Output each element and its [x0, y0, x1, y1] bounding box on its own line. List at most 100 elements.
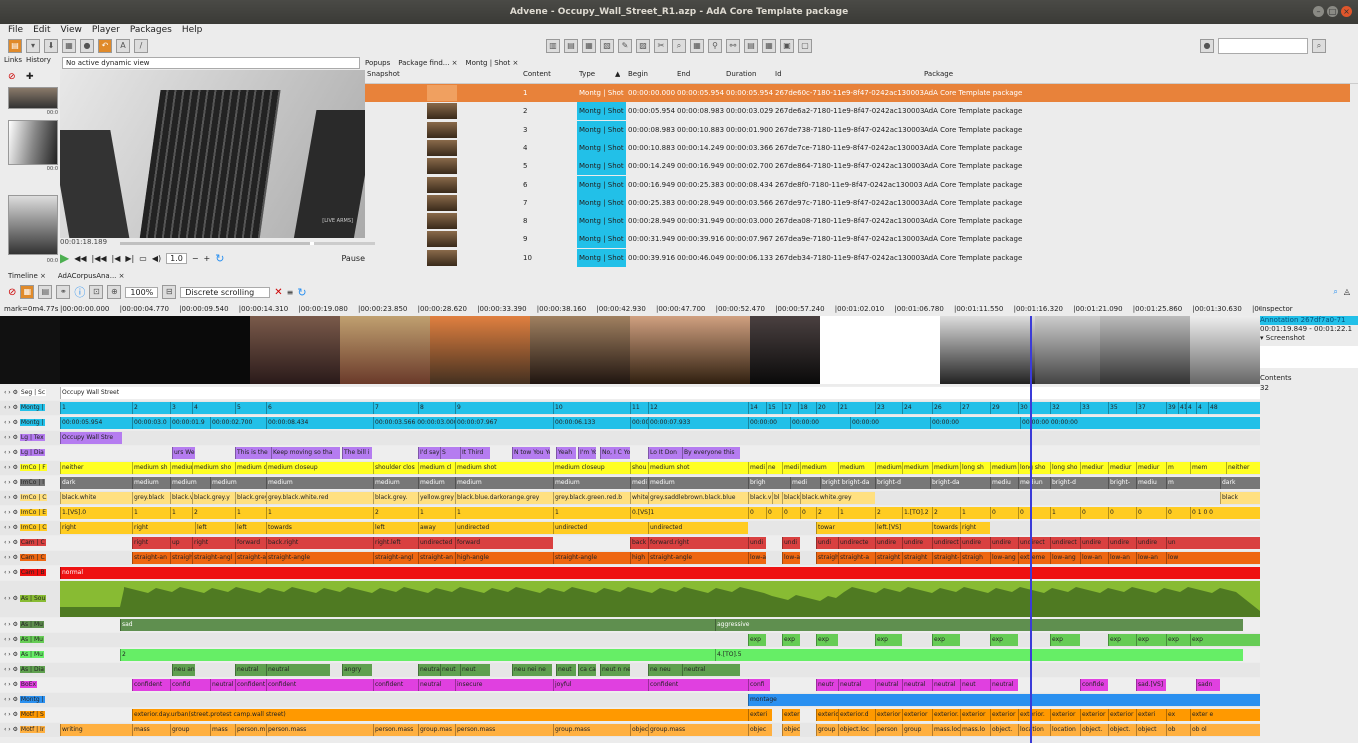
annotation-segment[interactable]: medium [418, 477, 455, 489]
annotation-segment[interactable]: N tow You Ye [512, 447, 550, 459]
open-icon[interactable]: ▤ [8, 39, 22, 53]
annotation-segment[interactable]: mass [132, 724, 170, 736]
annotation-segment[interactable]: straight [875, 552, 902, 564]
annotation-segment[interactable]: m [1166, 477, 1220, 489]
annotation-segment[interactable]: 00:00:00 00:00:00 [1020, 417, 1260, 429]
history-thumbnail[interactable] [8, 120, 58, 165]
annotation-segment[interactable]: 0 [800, 507, 816, 519]
annotation-segment[interactable]: bright- [1108, 477, 1136, 489]
annotation-segment[interactable]: ob ol [1190, 724, 1260, 736]
annotation-segment[interactable]: neut [556, 664, 576, 676]
annotation-segment[interactable]: medium [800, 462, 838, 474]
annotation-segment[interactable]: grey.black.green.red.b [553, 492, 630, 504]
annotation-segment[interactable]: 1 [132, 507, 170, 519]
annotation-segment[interactable]: 0.[VS]1 [630, 507, 748, 519]
playhead-cursor[interactable] [1030, 316, 1032, 743]
annotation-segment[interactable]: objec [748, 724, 772, 736]
timeline-refresh-icon[interactable]: ↻ [297, 286, 306, 299]
annotation-segment[interactable]: right [60, 522, 132, 534]
annotation-segment[interactable]: I'd say A [418, 447, 440, 459]
zoom-fit-icon[interactable]: ⊡ [89, 285, 104, 299]
annotation-segment[interactable]: neut [960, 679, 990, 691]
annotation-segment[interactable]: group [902, 724, 932, 736]
annotation-segment[interactable]: exp [816, 634, 838, 646]
annotation-segment[interactable]: low-a [748, 552, 766, 564]
annotation-segment[interactable]: neu nei ne [512, 664, 552, 676]
grid-row[interactable]: 9 Montg | Shot 00:00:31.949 00:00:39.916 00:… [365, 230, 1350, 249]
annotation-segment[interactable]: neutral [932, 679, 960, 691]
track-label[interactable]: ‹ › ⚙ Motf | S [0, 708, 60, 722]
annotation-segment[interactable]: 0 [766, 507, 782, 519]
annotation-segment[interactable]: black.white.grey [800, 492, 875, 504]
zoom-select[interactable]: 100% [125, 286, 159, 298]
annotation-segment[interactable]: medium [553, 477, 630, 489]
track-label[interactable]: ‹ › ⚙ Lg | Dia [0, 446, 60, 460]
annotation-segment[interactable]: long sho [1050, 462, 1080, 474]
annotation-segment[interactable]: black. [782, 492, 800, 504]
annotation-segment[interactable]: neut [460, 664, 490, 676]
annotation-segment[interactable]: 00:00:02.700 [210, 417, 266, 429]
annotation-segment[interactable]: exp [1136, 634, 1166, 646]
annotation-segment[interactable]: left [195, 522, 235, 534]
annotation-segment[interactable]: confident [373, 679, 418, 691]
annotation-segment[interactable]: 3 [170, 402, 192, 414]
col-type[interactable]: Type [579, 70, 595, 78]
col-begin[interactable]: Begin [628, 70, 648, 78]
lock-icon[interactable]: ⊟ [162, 285, 177, 299]
annotation-segment[interactable]: location [1018, 724, 1050, 736]
annotation-segment[interactable]: 2 [875, 507, 902, 519]
annotation-segment[interactable]: exterior. [932, 709, 960, 721]
tab-links[interactable]: Links [4, 56, 22, 64]
annotation-segment[interactable]: angry [342, 664, 372, 676]
zoom-icon[interactable]: ⊕ [107, 285, 122, 299]
menu-help[interactable]: Help [182, 24, 203, 36]
annotation-segment[interactable]: neutral [210, 679, 235, 691]
col-package[interactable]: Package [924, 70, 953, 78]
menu-icon[interactable]: ≡ [287, 288, 294, 297]
annotation-segment[interactable]: low [1166, 552, 1260, 564]
annotation-segment[interactable]: 0 [1108, 507, 1136, 519]
annotation-segment[interactable]: grey.black [132, 492, 170, 504]
annotation-segment[interactable]: ne neu [648, 664, 682, 676]
annotation-segment[interactable]: left [235, 522, 266, 534]
grid-row[interactable]: 6 Montg | Shot 00:00:16.949 00:00:25.383 00:… [365, 175, 1350, 194]
annotation-segment[interactable]: medium [132, 477, 170, 489]
annotation-segment[interactable]: medi [630, 477, 648, 489]
annotation-segment[interactable]: shoulder clos [373, 462, 418, 474]
annotation-segment[interactable]: person.mass [455, 724, 553, 736]
annotation-segment[interactable]: medium [902, 462, 932, 474]
annotation-segment[interactable]: exp [1108, 634, 1136, 646]
annotation-segment[interactable]: 2 [120, 649, 715, 661]
annotation-segment[interactable]: 1 [455, 507, 553, 519]
annotation-segment[interactable]: 41 [1178, 402, 1186, 414]
annotation-segment[interactable]: 39 [1166, 402, 1178, 414]
annotation-segment[interactable]: 9 [455, 402, 553, 414]
annotation-segment[interactable]: 0 [990, 507, 1018, 519]
browser-icon[interactable]: ▣ [780, 39, 794, 53]
annotation-segment[interactable]: undirected [648, 522, 748, 534]
track-label[interactable]: ‹ › ⚙ Lg | Tex [0, 431, 60, 445]
track-label[interactable]: ‹ › ⚙ ImCo | l [0, 476, 60, 490]
annotation-segment[interactable]: The bill i [342, 447, 372, 459]
annotation-segment[interactable]: This is the [235, 447, 271, 459]
annotation-segment[interactable]: medium [266, 477, 373, 489]
annotation-segment[interactable]: montage [748, 694, 1260, 706]
annotation-segment[interactable]: undirecte [838, 537, 875, 549]
timeline-settings-icon[interactable]: ◬ [1344, 287, 1350, 297]
annotation-segment[interactable]: confide [1080, 679, 1108, 691]
annotation-segment[interactable]: straight-a [235, 552, 266, 564]
annotation-segment[interactable]: high-angle [455, 552, 553, 564]
track-label[interactable]: ‹ › ⚙ ImCo | C [0, 521, 60, 535]
annotation-segment[interactable]: straigh [816, 552, 838, 564]
annotation-segment[interactable]: black.v [748, 492, 772, 504]
annotation-segment[interactable]: long sh [960, 462, 990, 474]
annotation-segment[interactable]: 15 [766, 402, 782, 414]
annotation-segment[interactable]: 00:00:06.133 [553, 417, 630, 429]
annotation-segment[interactable]: exterior [1050, 709, 1080, 721]
annotation-segment[interactable]: medium cl [418, 462, 455, 474]
annotation-segment[interactable]: medium [875, 462, 902, 474]
annotation-segment[interactable]: mass [210, 724, 235, 736]
annotation-segment[interactable]: left [373, 522, 418, 534]
track-label[interactable]: ‹ › ⚙ Cam | C [0, 551, 60, 565]
annotation-segment[interactable]: mediur [1080, 462, 1108, 474]
